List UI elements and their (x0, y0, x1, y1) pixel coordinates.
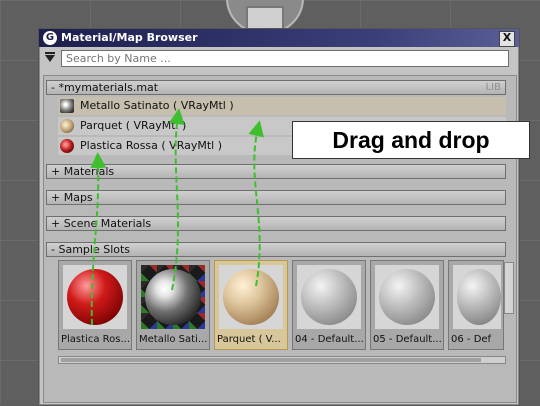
drag-arrow-3 (248, 120, 265, 287)
drag-arrow-2 (168, 108, 185, 291)
drag-arrows (90, 108, 265, 326)
drag-arrow-1 (90, 152, 107, 326)
